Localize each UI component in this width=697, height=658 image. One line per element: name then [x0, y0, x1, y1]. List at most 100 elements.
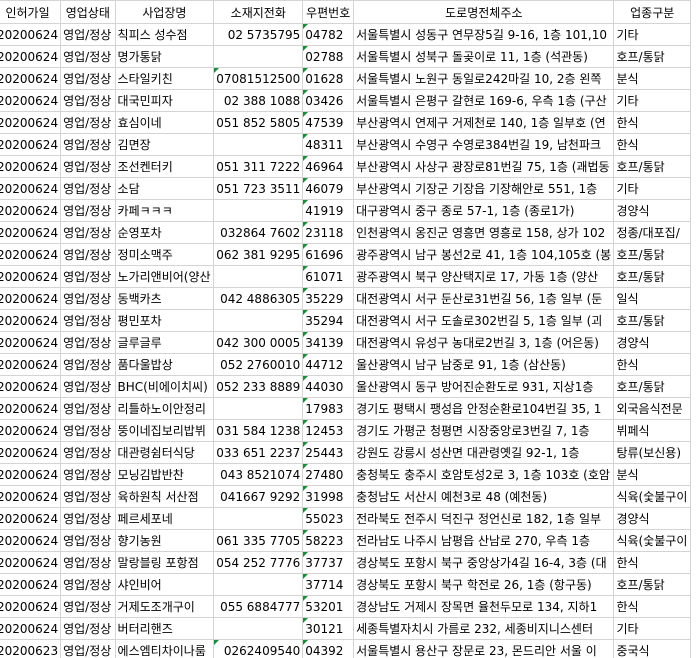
- cell-phone[interactable]: [213, 507, 304, 530]
- cell-permit-date[interactable]: 20200624: [0, 155, 62, 178]
- cell-business-name[interactable]: 스타일키친: [114, 67, 215, 90]
- cell-business-type[interactable]: 중국식: [613, 639, 691, 658]
- cell-permit-date[interactable]: 20200624: [0, 265, 62, 288]
- cell-business-name[interactable]: 조선켄터키: [114, 155, 215, 178]
- column-header[interactable]: 사업장명: [114, 0, 215, 24]
- cell-business-type[interactable]: 한식: [613, 111, 691, 134]
- cell-business-status[interactable]: 영업/정상: [60, 551, 116, 574]
- cell-road-address[interactable]: 부산광역시 연제구 거제천로 140, 1층 일부호 (연: [353, 111, 615, 134]
- cell-zip-code[interactable]: 23118: [302, 221, 355, 244]
- cell-business-status[interactable]: 영업/정상: [60, 89, 116, 112]
- cell-business-type[interactable]: 경양식: [613, 199, 691, 222]
- cell-business-status[interactable]: 영업/정상: [60, 199, 116, 222]
- cell-zip-code[interactable]: 41919: [302, 199, 355, 222]
- cell-business-type[interactable]: 식육(숯불구이: [613, 529, 691, 552]
- cell-permit-date[interactable]: 20200624: [0, 441, 62, 464]
- cell-road-address[interactable]: 서울특별시 노원구 동일로242마길 10, 2층 왼쪽: [353, 67, 615, 90]
- cell-business-status[interactable]: 영업/정상: [60, 573, 116, 596]
- cell-permit-date[interactable]: 20200624: [0, 397, 62, 420]
- cell-phone[interactable]: 02 5735795: [213, 23, 304, 46]
- cell-zip-code[interactable]: 25443: [302, 441, 355, 464]
- cell-permit-date[interactable]: 20200624: [0, 375, 62, 398]
- cell-road-address[interactable]: 울산광역시 동구 방어진순환도로 931, 지상1층: [353, 375, 615, 398]
- cell-business-status[interactable]: 영업/정상: [60, 529, 116, 552]
- cell-business-status[interactable]: 영업/정상: [60, 441, 116, 464]
- cell-business-type[interactable]: 탕류(보신용): [613, 441, 691, 464]
- cell-permit-date[interactable]: 20200624: [0, 23, 62, 46]
- cell-road-address[interactable]: 경기도 가평군 청평면 시장중앙로3번길 7, 1층: [353, 419, 615, 442]
- cell-business-type[interactable]: 기타: [613, 89, 691, 112]
- cell-business-type[interactable]: 호프/통닭: [613, 309, 691, 332]
- cell-road-address[interactable]: 경상북도 포항시 북구 중앙상가4길 16-4, 3층 (대: [353, 551, 615, 574]
- cell-road-address[interactable]: 대전광역시 유성구 농대로2번길 3, 1층 (어은동): [353, 331, 615, 354]
- cell-road-address[interactable]: 울산광역시 남구 남중로 91, 1층 (삼산동): [353, 353, 615, 376]
- cell-zip-code[interactable]: 35294: [302, 309, 355, 332]
- cell-business-status[interactable]: 영업/정상: [60, 177, 116, 200]
- cell-permit-date[interactable]: 20200624: [0, 199, 62, 222]
- cell-business-status[interactable]: 영업/정상: [60, 595, 116, 618]
- cell-zip-code[interactable]: 61071: [302, 265, 355, 288]
- cell-business-type[interactable]: 호프/통닭: [613, 155, 691, 178]
- cell-business-name[interactable]: 거제도조개구이: [114, 595, 215, 618]
- cell-road-address[interactable]: 광주광역시 북구 양산택지로 17, 가동 1층 (양산: [353, 265, 615, 288]
- cell-phone[interactable]: 031 584 1238: [213, 419, 304, 442]
- cell-zip-code[interactable]: 30121: [302, 617, 355, 640]
- cell-zip-code[interactable]: 01628: [302, 67, 355, 90]
- cell-phone[interactable]: 055 6884777: [213, 595, 304, 618]
- cell-zip-code[interactable]: 48311: [302, 133, 355, 156]
- cell-zip-code[interactable]: 46079: [302, 177, 355, 200]
- cell-business-name[interactable]: 모닝김밥반찬: [114, 463, 215, 486]
- cell-business-type[interactable]: 뷔페식: [613, 419, 691, 442]
- cell-zip-code[interactable]: 31998: [302, 485, 355, 508]
- cell-permit-date[interactable]: 20200624: [0, 463, 62, 486]
- cell-permit-date[interactable]: 20200624: [0, 507, 62, 530]
- cell-business-type[interactable]: 기타: [613, 177, 691, 200]
- cell-permit-date[interactable]: 20200624: [0, 595, 62, 618]
- cell-business-name[interactable]: 순영포차: [114, 221, 215, 244]
- cell-business-name[interactable]: 소담: [114, 177, 215, 200]
- cell-zip-code[interactable]: 12453: [302, 419, 355, 442]
- cell-business-name[interactable]: 대국민피자: [114, 89, 215, 112]
- cell-business-name[interactable]: 품다울밥상: [114, 353, 215, 376]
- cell-business-status[interactable]: 영업/정상: [60, 111, 116, 134]
- cell-phone[interactable]: [213, 309, 304, 332]
- cell-business-name[interactable]: 노가리앤비어(양산: [114, 265, 215, 288]
- cell-business-name[interactable]: 글루글루: [114, 331, 215, 354]
- cell-zip-code[interactable]: 55023: [302, 507, 355, 530]
- cell-road-address[interactable]: 대전광역시 서구 도솔로302번길 5, 1층 일부 (괴: [353, 309, 615, 332]
- cell-business-status[interactable]: 영업/정상: [60, 155, 116, 178]
- cell-business-name[interactable]: 페르세포네: [114, 507, 215, 530]
- cell-business-name[interactable]: 향기농원: [114, 529, 215, 552]
- cell-business-name[interactable]: 칙피스 성수점: [114, 23, 215, 46]
- cell-road-address[interactable]: 경상남도 거제시 장목면 율천두모로 134, 지하1: [353, 595, 615, 618]
- cell-business-type[interactable]: 분식: [613, 67, 691, 90]
- cell-zip-code[interactable]: 27480: [302, 463, 355, 486]
- cell-business-name[interactable]: 에스엠티차이나룸: [114, 639, 215, 658]
- cell-business-name[interactable]: 버터리핸즈: [114, 617, 215, 640]
- cell-zip-code[interactable]: 58223: [302, 529, 355, 552]
- cell-phone[interactable]: 041667 9292: [213, 485, 304, 508]
- cell-business-type[interactable]: 호프/통닭: [613, 375, 691, 398]
- cell-business-status[interactable]: 영업/정상: [60, 133, 116, 156]
- cell-road-address[interactable]: 대전광역시 서구 둔산로31번길 56, 1층 일부 (둔: [353, 287, 615, 310]
- cell-business-status[interactable]: 영업/정상: [60, 23, 116, 46]
- cell-permit-date[interactable]: 20200623: [0, 639, 62, 658]
- cell-business-status[interactable]: 영업/정상: [60, 67, 116, 90]
- cell-road-address[interactable]: 서울특별시 성북구 돌곶이로 11, 1층 (석관동): [353, 45, 615, 68]
- column-header[interactable]: 업종구분: [613, 0, 691, 24]
- cell-phone[interactable]: [213, 265, 304, 288]
- cell-business-name[interactable]: BHC(비에이치씨): [114, 375, 215, 398]
- cell-business-name[interactable]: 대관령쉼터식당: [114, 441, 215, 464]
- cell-phone[interactable]: 042 300 0005: [213, 331, 304, 354]
- cell-business-status[interactable]: 영업/정상: [60, 353, 116, 376]
- cell-business-status[interactable]: 영업/정상: [60, 639, 116, 658]
- cell-zip-code[interactable]: 04392: [302, 639, 355, 658]
- cell-permit-date[interactable]: 20200624: [0, 419, 62, 442]
- cell-zip-code[interactable]: 61696: [302, 243, 355, 266]
- cell-zip-code[interactable]: 04782: [302, 23, 355, 46]
- cell-permit-date[interactable]: 20200624: [0, 67, 62, 90]
- cell-zip-code[interactable]: 44712: [302, 353, 355, 376]
- cell-zip-code[interactable]: 53201: [302, 595, 355, 618]
- column-header[interactable]: 인허가일: [0, 0, 62, 24]
- cell-phone[interactable]: [213, 45, 304, 68]
